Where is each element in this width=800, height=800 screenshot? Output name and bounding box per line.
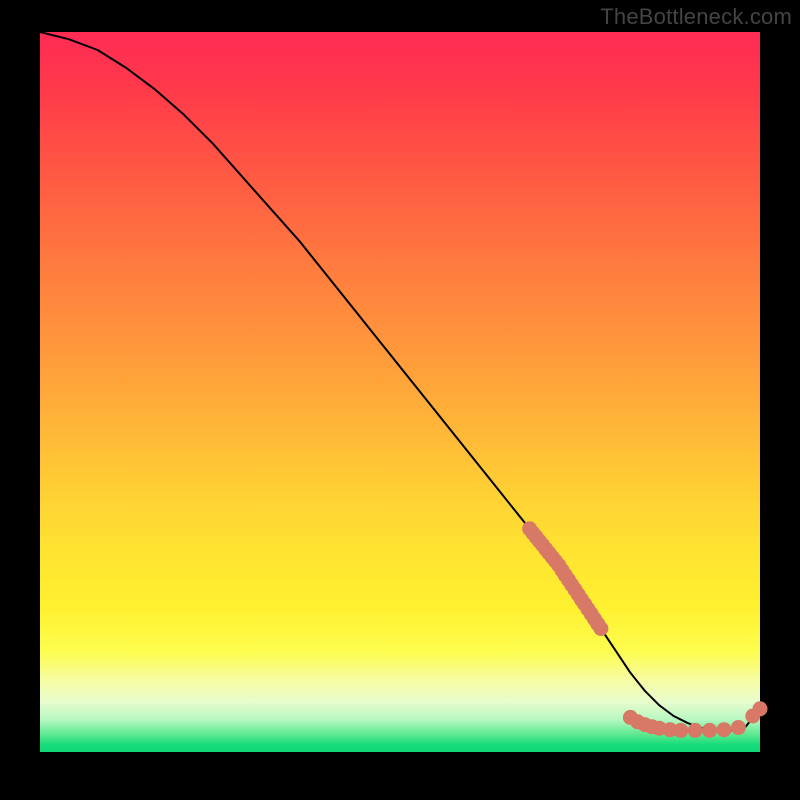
- chart-frame: TheBottleneck.com: [0, 0, 800, 800]
- data-point: [702, 723, 717, 738]
- data-point: [731, 720, 746, 735]
- data-point: [593, 621, 608, 636]
- data-markers: [522, 521, 767, 738]
- data-point: [673, 723, 688, 738]
- plot-area: [40, 32, 760, 752]
- data-point: [753, 701, 768, 716]
- data-point: [717, 722, 732, 737]
- curve-line: [40, 32, 760, 730]
- watermark-text: TheBottleneck.com: [600, 4, 792, 30]
- data-point: [688, 723, 703, 738]
- chart-svg: [40, 32, 760, 752]
